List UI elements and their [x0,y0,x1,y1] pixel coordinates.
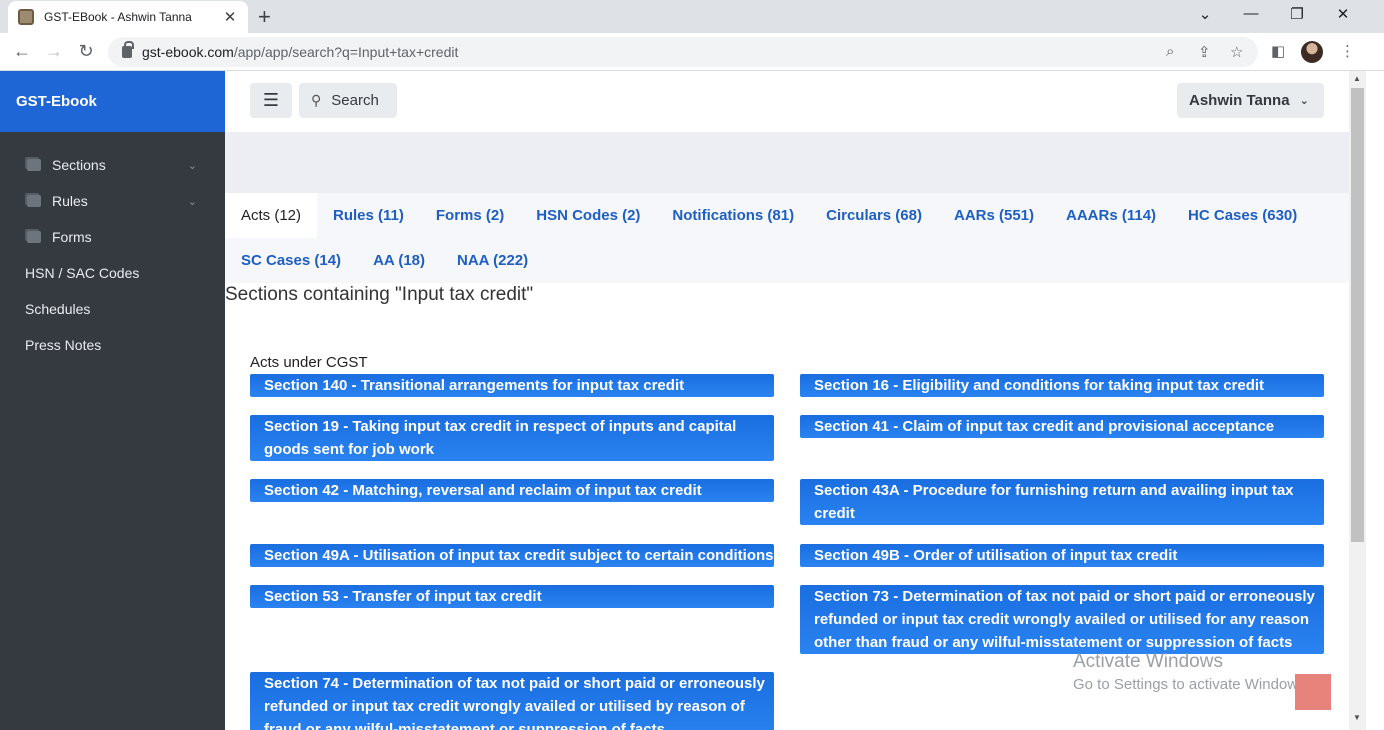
sidebar-item-rules[interactable]: Rules ⌄ [0,183,225,219]
section-link-140[interactable]: Section 140 - Transitional arrangements … [250,374,774,397]
tab-hsn-codes[interactable]: HSN Codes (2) [520,193,656,238]
book-icon [27,195,41,207]
section-link-43a[interactable]: Section 43A - Procedure for furnishing r… [800,479,1324,525]
search-button[interactable]: ⚲ Search [299,83,397,118]
zoom-icon[interactable]: ⌕ [1166,43,1174,60]
reload-icon[interactable]: ↻ [74,41,98,62]
activate-windows-title: Activate Windows [1073,651,1223,672]
tab-forms[interactable]: Forms (2) [420,193,520,238]
sidebar-item-forms[interactable]: Forms [0,219,225,255]
url-text: gst-ebook.com/app/app/search?q=Input+tax… [142,44,459,60]
address-bar[interactable]: gst-ebook.com/app/app/search?q=Input+tax… [108,37,1258,67]
browser-tabbar: GST-EBook - Ashwin Tanna ✕ + ⌄ — ❐ ✕ [0,0,1384,33]
tab-rules[interactable]: Rules (11) [317,193,420,238]
tab-search-icon[interactable]: ⌄ [1190,5,1220,23]
tab-aars[interactable]: AARs (551) [938,193,1050,238]
search-icon: ⚲ [311,92,322,108]
results-heading: Sections containing "Input tax credit" [225,284,534,305]
chevron-down-icon: ⌄ [187,159,197,172]
forward-icon[interactable]: → [42,41,66,62]
sidebar-item-sections[interactable]: Sections ⌄ [0,147,225,183]
tab-aa[interactable]: AA (18) [357,238,441,283]
book-icon [27,159,41,171]
group-title: Acts under CGST [250,354,368,371]
bookmark-star-icon[interactable]: ☆ [1230,43,1243,61]
browser-tab[interactable]: GST-EBook - Ashwin Tanna ✕ [8,1,248,33]
sidebar-item-hsn-sac-codes[interactable]: HSN / SAC Codes [0,255,225,291]
browser-toolbar: ← → ↻ gst-ebook.com/app/app/search?q=Inp… [0,33,1384,71]
tab-hc-cases[interactable]: HC Cases (630) [1172,193,1313,238]
header-band [225,132,1349,193]
sidebar-item-label: HSN / SAC Codes [25,265,140,281]
section-link-53[interactable]: Section 53 - Transfer of input tax credi… [250,585,774,608]
site-favicon-icon [18,9,34,25]
tab-aaars[interactable]: AAARs (114) [1050,193,1172,238]
sidebar-item-label: Rules [52,193,88,209]
section-link-41[interactable]: Section 41 - Claim of input tax credit a… [800,415,1324,458]
scroll-up-arrow-icon[interactable]: ▲ [1353,74,1361,83]
browser-tab-title: GST-EBook - Ashwin Tanna [44,10,192,24]
restore-icon[interactable]: ❐ [1282,5,1312,23]
tab-acts[interactable]: Acts (12) [225,193,318,238]
search-label: Search [331,92,379,109]
minimize-icon[interactable]: — [1236,5,1266,22]
chrome-menu-icon[interactable]: ⋮ [1340,42,1355,60]
user-name: Ashwin Tanna [1189,92,1290,109]
sidebar-item-label: Schedules [25,301,91,317]
brand-logo[interactable]: GST-Ebook [0,71,225,132]
tabs-row-2: SC Cases (14) AA (18) NAA (222) [225,238,544,283]
top-navbar: ☰ ⚲ Search Ashwin Tanna ⌄ [225,71,1349,132]
share-icon[interactable]: ⇪ [1198,43,1211,61]
tab-naa[interactable]: NAA (222) [441,238,544,283]
tab-circulars[interactable]: Circulars (68) [810,193,938,238]
hamburger-menu-button[interactable]: ☰ [250,83,292,118]
profile-avatar[interactable] [1301,41,1323,63]
floating-action-button[interactable] [1295,674,1331,710]
result-tabs: Acts (12) Rules (11) Forms (2) HSN Codes… [225,193,1349,283]
scroll-down-arrow-icon[interactable]: ▼ [1353,713,1361,722]
close-window-icon[interactable]: ✕ [1328,5,1358,23]
sidebar-item-label: Press Notes [25,337,102,353]
section-link-74[interactable]: Section 74 - Determination of tax not pa… [250,672,774,730]
chevron-down-icon: ⌄ [187,195,197,208]
scrollbar-thumb[interactable] [1351,88,1364,542]
back-icon[interactable]: ← [10,41,34,62]
section-link-42[interactable]: Section 42 - Matching, reversal and recl… [250,479,774,502]
main-content: ☰ ⚲ Search Ashwin Tanna ⌄ Acts (12) Rule… [225,71,1349,730]
sidebar-item-press-notes[interactable]: Press Notes [0,327,225,363]
new-tab-icon[interactable]: + [258,4,271,30]
chevron-down-icon: ⌄ [1299,95,1309,107]
tab-notifications[interactable]: Notifications (81) [656,193,810,238]
section-link-16[interactable]: Section 16 - Eligibility and conditions … [800,374,1324,397]
sidebar-item-label: Forms [52,229,92,245]
tab-sc-cases[interactable]: SC Cases (14) [225,238,357,283]
sidebar-item-schedules[interactable]: Schedules [0,291,225,327]
page-scrollbar[interactable]: ▲ ▼ [1349,71,1366,730]
hamburger-icon: ☰ [262,90,280,110]
sidebar: GST-Ebook Sections ⌄ Rules ⌄ Forms HSN /… [0,71,225,730]
lock-icon [122,41,134,58]
sidebar-item-label: Sections [52,157,106,173]
tabs-row-1: Acts (12) Rules (11) Forms (2) HSN Codes… [225,193,1313,238]
close-tab-icon[interactable]: ✕ [222,8,238,26]
side-panel-icon[interactable]: ◧ [1271,42,1285,60]
section-link-73[interactable]: Section 73 - Determination of tax not pa… [800,585,1324,654]
section-link-19[interactable]: Section 19 - Taking input tax credit in … [250,415,774,461]
section-link-49b[interactable]: Section 49B - Order of utilisation of in… [800,544,1324,567]
book-icon [27,231,41,243]
activate-windows-subtitle: Go to Settings to activate Windows. [1073,676,1310,693]
section-link-49a[interactable]: Section 49A - Utilisation of input tax c… [250,544,774,567]
user-menu-button[interactable]: Ashwin Tanna ⌄ [1177,83,1324,118]
